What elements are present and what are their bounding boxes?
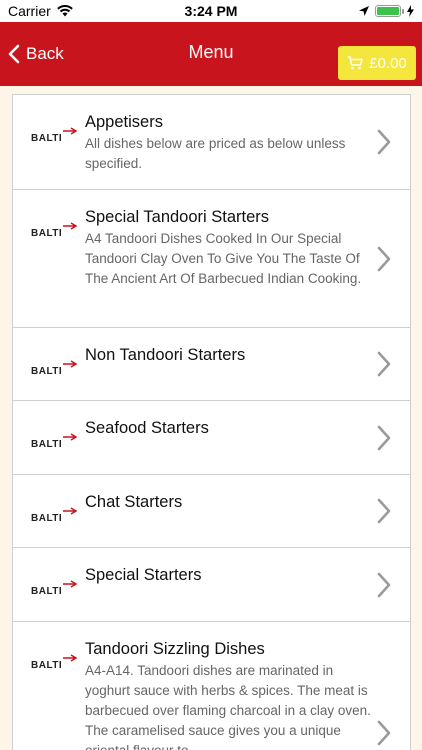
- status-bar: Carrier 3:24 PM: [0, 0, 422, 22]
- restaurant-logo: BALTI: [13, 328, 85, 400]
- menu-category-row[interactable]: BALTI Special Tandoori Starters A4 Tando…: [12, 190, 411, 328]
- cart-icon: [347, 56, 363, 70]
- wifi-icon: [56, 5, 73, 17]
- cart-button[interactable]: £0.00: [338, 46, 416, 80]
- category-title: Seafood Starters: [85, 419, 209, 437]
- restaurant-logo: BALTI: [13, 548, 85, 621]
- restaurant-logo: BALTI: [13, 475, 85, 547]
- logo-arrow-icon: [63, 222, 77, 230]
- category-description: A4-A14. Tandoori dishes are marinated in…: [85, 663, 371, 750]
- restaurant-logo: BALTI: [13, 190, 85, 327]
- menu-category-row[interactable]: BALTI Appetisers All dishes below are pr…: [12, 94, 411, 190]
- navigation-bar: Back Menu £0.00: [0, 22, 422, 86]
- menu-category-row[interactable]: BALTI Tandoori Sizzling Dishes A4-A14. T…: [12, 622, 411, 750]
- menu-category-row[interactable]: BALTI Special Starters: [12, 548, 411, 622]
- category-title: Non Tandoori Starters: [85, 346, 246, 364]
- category-description: All dishes below are priced as below unl…: [85, 136, 346, 171]
- category-title: Appetisers: [85, 113, 163, 131]
- back-label: Back: [26, 44, 64, 63]
- chevron-right-icon: [377, 498, 391, 524]
- restaurant-logo: BALTI: [13, 401, 85, 474]
- chevron-right-icon: [377, 129, 391, 155]
- chevron-right-icon: [377, 351, 391, 377]
- category-title: Chat Starters: [85, 493, 183, 511]
- logo-text: BALTI: [31, 366, 63, 377]
- chevron-right-icon: [377, 720, 391, 746]
- menu-category-row[interactable]: BALTI Chat Starters: [12, 475, 411, 548]
- logo-arrow-icon: [63, 654, 77, 662]
- chevron-right-icon: [377, 246, 391, 271]
- category-title: Special Tandoori Starters: [85, 208, 270, 226]
- logo-text: BALTI: [31, 586, 63, 597]
- logo-text: BALTI: [31, 439, 63, 450]
- category-description: A4 Tandoori Dishes Cooked In Our Special…: [85, 231, 362, 286]
- logo-arrow-icon: [63, 433, 77, 441]
- menu-category-list: BALTI Appetisers All dishes below are pr…: [12, 94, 411, 750]
- charging-icon: [407, 5, 414, 17]
- logo-arrow-icon: [63, 360, 77, 368]
- category-title: Tandoori Sizzling Dishes: [85, 640, 265, 658]
- logo-text: BALTI: [31, 228, 63, 239]
- location-icon: [359, 6, 369, 16]
- back-button[interactable]: Back: [8, 40, 64, 68]
- status-right: [359, 5, 414, 17]
- logo-text: BALTI: [31, 513, 63, 524]
- menu-category-row[interactable]: BALTI Seafood Starters: [12, 401, 411, 475]
- cart-total: £0.00: [369, 54, 407, 72]
- logo-text: BALTI: [31, 660, 63, 671]
- logo-arrow-icon: [63, 580, 77, 588]
- logo-text: BALTI: [31, 133, 63, 144]
- restaurant-logo: BALTI: [13, 95, 85, 189]
- chevron-right-icon: [377, 572, 391, 597]
- category-title: Special Starters: [85, 566, 202, 584]
- menu-category-row[interactable]: BALTI Non Tandoori Starters: [12, 328, 411, 401]
- back-chevron-icon: [8, 44, 20, 64]
- status-left: Carrier: [8, 3, 73, 19]
- battery-icon: [375, 5, 404, 17]
- chevron-right-icon: [377, 425, 391, 450]
- logo-arrow-icon: [63, 507, 77, 515]
- logo-arrow-icon: [63, 127, 77, 135]
- carrier-label: Carrier: [8, 3, 51, 19]
- restaurant-logo: BALTI: [13, 622, 85, 750]
